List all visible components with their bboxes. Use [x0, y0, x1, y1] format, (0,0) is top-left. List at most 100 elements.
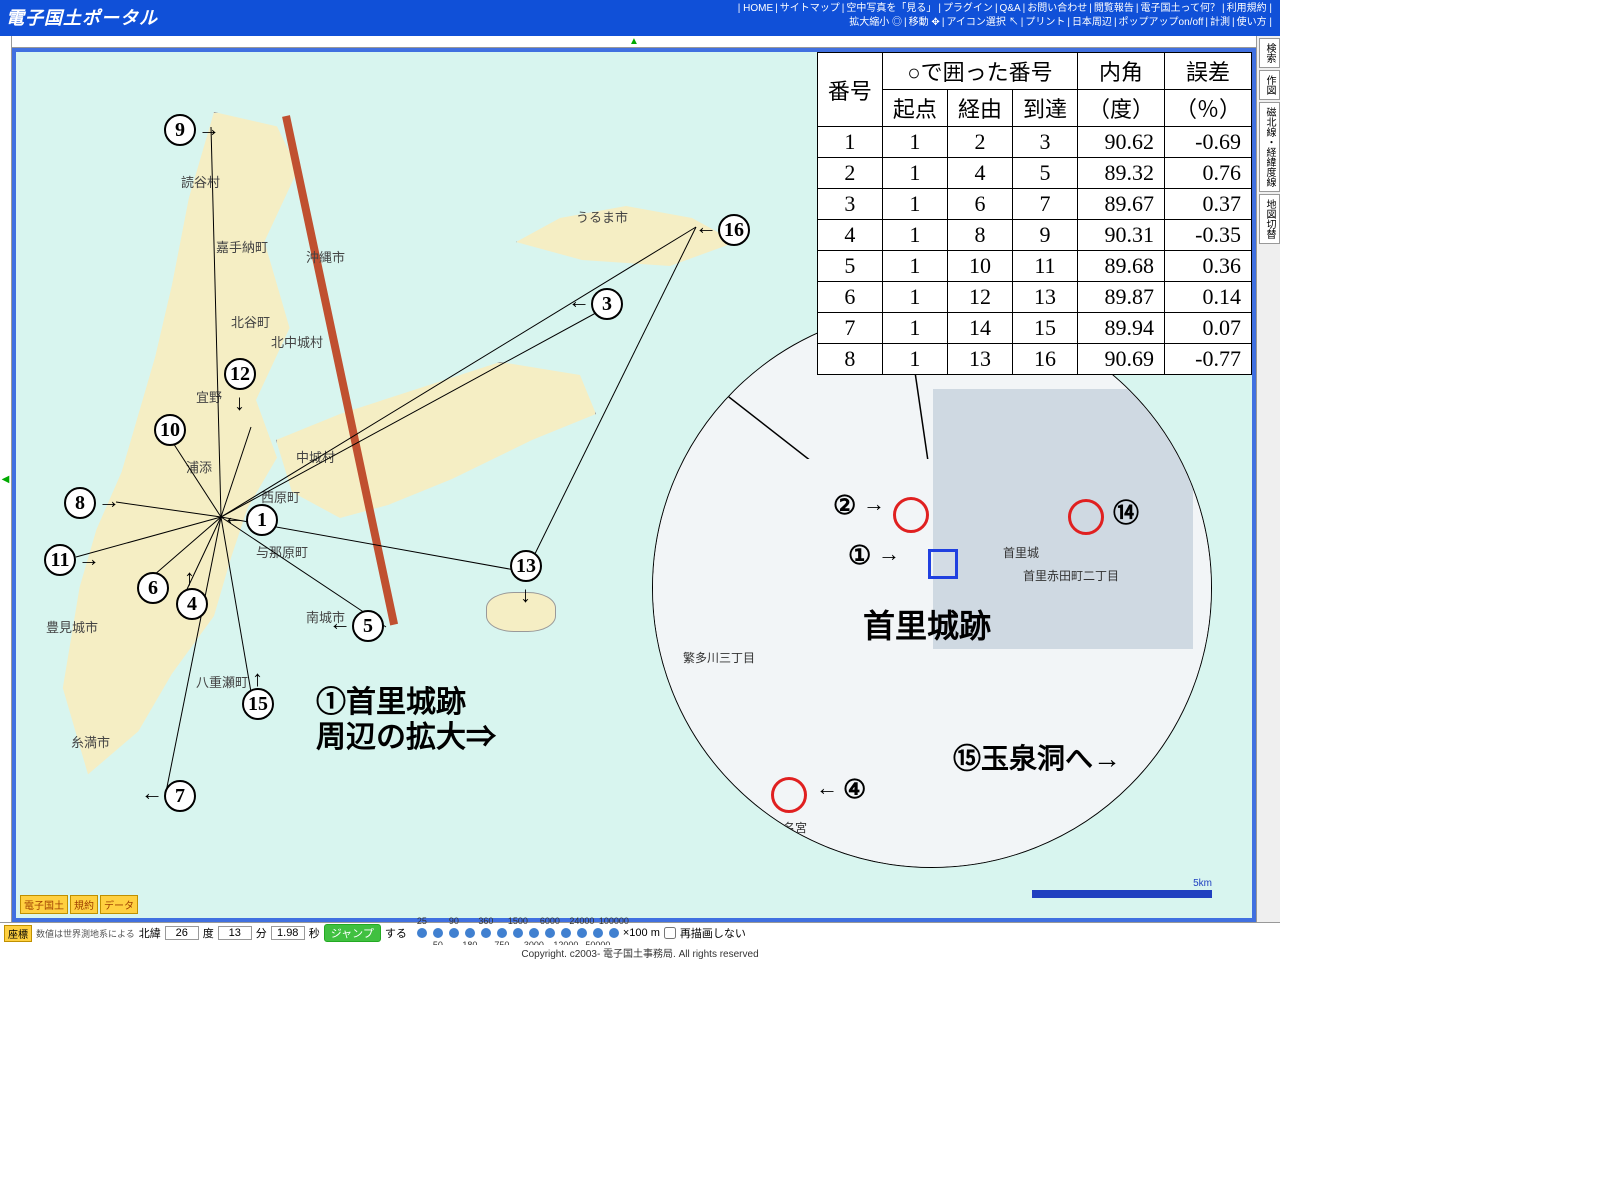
inset-map: ① → ② → ⑭ ④ ← 首里城跡 ⑮玉泉洞へ→ 名宮 繁多川三丁目 首里城 … [652, 308, 1212, 868]
lat-deg-input[interactable] [165, 926, 199, 940]
map-viewport[interactable]: うるま市 嘉手納町 沖縄市 読谷村 北中城村 北谷町 中城村 西原町 宜野 浦添… [12, 48, 1256, 922]
inset-label-14: ⑭ [1113, 493, 1139, 530]
lat-sec-input[interactable] [271, 926, 305, 940]
marker-9-arrow: → [198, 116, 220, 142]
marker-4-arrow: ↑ [184, 565, 195, 591]
th-circled: ○で囲った番号 [882, 53, 1077, 90]
marker-8: 8 [64, 487, 96, 519]
zoom-dot[interactable]: 100000 [609, 928, 619, 938]
zoom-dot[interactable]: 1500 [513, 928, 523, 938]
badge-denshi[interactable]: 電子国土 [20, 895, 68, 914]
header-link[interactable]: 空中写真を「見る」 [846, 3, 936, 14]
zoom-dot[interactable]: 6000 [545, 928, 555, 938]
inset-label-1: ① [848, 541, 871, 571]
header-link[interactable]: 利用規約 [1227, 3, 1267, 14]
zoom-dot[interactable]: 25 [417, 928, 427, 938]
pan-top-bar[interactable]: ▲ [12, 36, 1256, 48]
tab-search[interactable]: 検索 [1259, 38, 1280, 68]
marker-9: 9 [164, 114, 196, 146]
tab-mapswitch[interactable]: 地図切替 [1259, 194, 1280, 244]
marker-12: 12 [224, 358, 256, 390]
zoom-dot[interactable]: 50 [433, 928, 443, 938]
badge-kiyaku[interactable]: 規約 [70, 895, 98, 914]
zoom-dot[interactable]: 50000 [593, 928, 603, 938]
table-row: 51101189.680.36 [817, 251, 1251, 282]
marker-4: 4 [176, 588, 208, 620]
marker-13: 13 [510, 550, 542, 582]
header-link[interactable]: ポップアップon/off [1119, 17, 1204, 28]
arrow-left-icon[interactable]: ◀ [2, 474, 10, 485]
table-row: 61121389.870.14 [817, 282, 1251, 313]
header-link[interactable]: 閲覧報告 [1094, 3, 1134, 14]
coord-note: 数値は世界測地系による [36, 927, 135, 940]
inset-center-box [928, 549, 958, 579]
copyright: Copyright. c2003- 電子国土事務局. All rights re… [0, 945, 1280, 960]
x100-label: ×100 m [623, 927, 660, 939]
header-link[interactable]: お問い合わせ [1027, 3, 1087, 14]
header-link[interactable]: アイコン選択 ↖ [946, 17, 1018, 28]
header-link[interactable]: 使い方 [1237, 17, 1267, 28]
zoom-dot[interactable]: 3000 [529, 928, 539, 938]
noredraw-check[interactable] [664, 927, 676, 939]
table-row: 418990.31-0.35 [817, 220, 1251, 251]
tab-draw[interactable]: 作図 [1259, 70, 1280, 100]
marker-15: 15 [242, 688, 274, 720]
table-row: 214589.320.76 [817, 158, 1251, 189]
marker-6: 6 [137, 572, 169, 604]
scale-bar: 5km [1032, 890, 1212, 898]
zoom-dot[interactable]: 24000 [577, 928, 587, 938]
marker-10: 10 [154, 414, 186, 446]
noredraw-label: 再描画しない [680, 925, 746, 941]
marker-16-arrow: ← [695, 214, 717, 240]
th-angle-unit: （度） [1077, 90, 1164, 127]
zoom-dot[interactable]: 180 [465, 928, 475, 938]
site-title: 電子国土ポータル [6, 4, 158, 30]
marker-13-arrow: ↓ [520, 582, 531, 608]
lat-min-input[interactable] [218, 926, 252, 940]
marker-1: 1 [246, 504, 278, 536]
th-err-unit: （％） [1164, 90, 1251, 127]
th-via: 経由 [947, 90, 1012, 127]
marker-11: 11 [44, 544, 76, 576]
main-area: ◀ ▲ 検索 作図 磁北線・経緯度線 地図切替 うるま市 嘉手納町 沖縄市 読谷… [0, 36, 1280, 922]
header-link[interactable]: 移動 ✥ [909, 17, 940, 28]
jump-button[interactable]: ジャンプ [324, 924, 381, 942]
inset-label-shuri: 首里城跡 [863, 601, 991, 647]
table-row: 316789.670.37 [817, 189, 1251, 220]
header-link[interactable]: 電子国土って何？ [1141, 3, 1221, 14]
header-link[interactable]: Q&A [1000, 3, 1021, 14]
marker-7-arrow: ← [141, 780, 163, 806]
header-link[interactable]: HOME [743, 3, 773, 14]
marker-11-arrow: → [78, 546, 100, 572]
arrow-up-icon[interactable]: ▲ [629, 36, 639, 47]
pan-left-bar[interactable]: ◀ [0, 36, 12, 922]
lat-label: 北緯 [139, 925, 161, 941]
marker-15-arrow: ↑ [252, 666, 263, 692]
zoom-dot[interactable]: 750 [497, 928, 507, 938]
inset-ring-4 [771, 777, 807, 813]
inset-ring-14 [1068, 499, 1104, 535]
zoom-dot[interactable]: 12000 [561, 928, 571, 938]
marker-5: 5 [352, 610, 384, 642]
header-link[interactable]: プラグイン [943, 3, 993, 14]
th-angle: 内角 [1077, 53, 1164, 90]
inset-label-gyokusen: ⑮玉泉洞へ→ [953, 737, 1121, 777]
header-link[interactable]: サイトマップ [780, 3, 840, 14]
badge-data[interactable]: データ [100, 895, 138, 914]
marker-5-arrow: ← [329, 610, 351, 636]
th-err: 誤差 [1164, 53, 1251, 90]
table-row: 81131690.69-0.77 [817, 344, 1251, 375]
header-bar: 電子国土ポータル | HOME|サイトマップ|空中写真を「見る」|プラグイン|Q… [0, 0, 1280, 36]
marker-8-arrow: → [98, 488, 120, 514]
header-link[interactable]: プリント [1025, 17, 1065, 28]
marker-3: 3 [591, 288, 623, 320]
header-link[interactable]: 計測 [1210, 17, 1230, 28]
badge-coord[interactable]: 座標 [4, 925, 32, 942]
tab-gridlines[interactable]: 磁北線・経緯度線 [1259, 102, 1280, 192]
header-link[interactable]: 日本周辺 [1072, 17, 1112, 28]
marker-16: 16 [718, 214, 750, 246]
zoom-dot[interactable]: 90 [449, 928, 459, 938]
side-tabs: 検索 作図 磁北線・経緯度線 地図切替 [1256, 36, 1280, 922]
header-link[interactable]: 拡大縮小 ◎ [849, 17, 902, 28]
zoom-dot[interactable]: 360 [481, 928, 491, 938]
